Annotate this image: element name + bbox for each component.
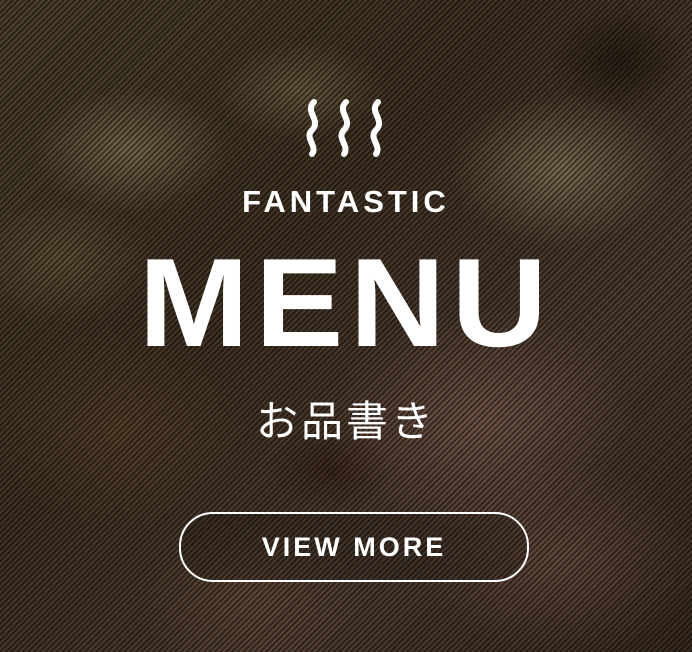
menu-banner[interactable]: FANTASTIC MENU お品書き VIEW MORE — [0, 0, 692, 652]
steam-icon — [306, 99, 383, 157]
banner-content: FANTASTIC MENU お品書き VIEW MORE — [0, 0, 692, 652]
view-more-button[interactable]: VIEW MORE — [179, 512, 529, 582]
banner-title: MENU — [138, 232, 554, 373]
banner-subtitle: FANTASTIC — [242, 184, 450, 219]
banner-japanese-title: お品書き — [255, 397, 436, 446]
